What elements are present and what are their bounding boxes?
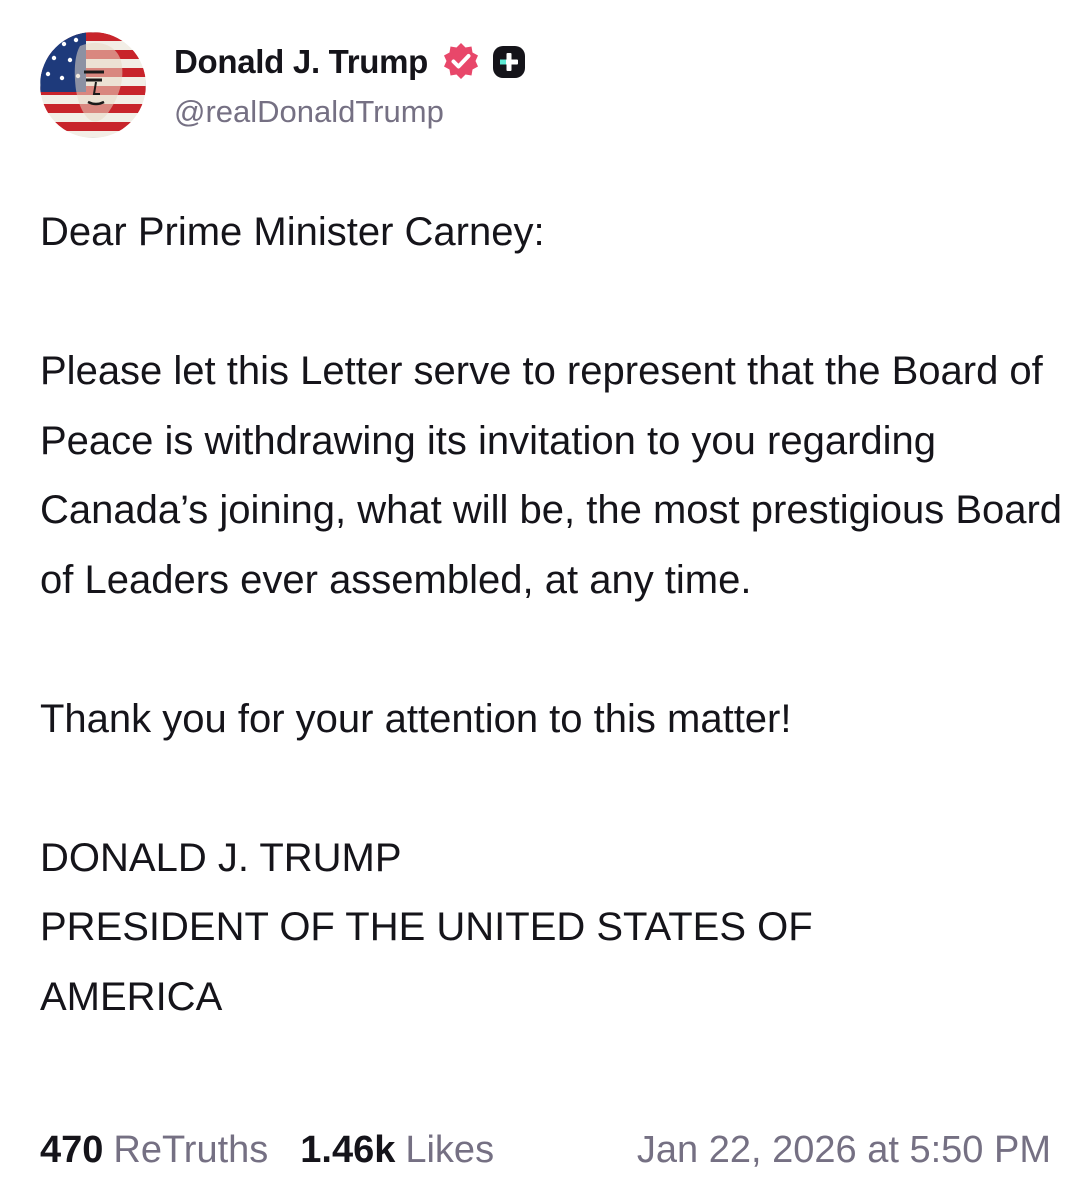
post-timestamp[interactable]: Jan 22, 2026 at 5:50 PM: [637, 1129, 1051, 1172]
post-paragraph-2: Thank you for your attention to this mat…: [40, 696, 792, 741]
author-identity: Donald J. Trump @realDonaldTrump: [174, 40, 526, 130]
retruths-stat[interactable]: 470 ReTruths: [40, 1129, 268, 1172]
verified-badge-icon: [440, 41, 482, 83]
author-display-name[interactable]: Donald J. Trump: [174, 43, 428, 81]
name-row: Donald J. Trump: [174, 40, 526, 84]
post-signature-name: DONALD J. TRUMP: [40, 835, 402, 880]
retruths-count: 470: [40, 1128, 104, 1171]
post-header: Donald J. Trump @realDonaldTrump: [40, 32, 526, 138]
post-body: Dear Prime Minister Carney: Please let t…: [40, 198, 1070, 1032]
likes-label: Likes: [405, 1128, 495, 1171]
post-spacer: [40, 754, 1070, 824]
retruths-label: ReTruths: [113, 1128, 269, 1171]
post-spacer: [40, 615, 1070, 685]
post-signature-title: PRESIDENT OF THE UNITED STATES OF AMERIC…: [40, 905, 813, 1019]
post-salutation: Dear Prime Minister Carney:: [40, 210, 545, 254]
post-spacer: [40, 268, 1070, 338]
likes-count: 1.46k: [300, 1128, 396, 1171]
author-handle[interactable]: @realDonaldTrump: [174, 94, 526, 130]
plus-badge-icon: [492, 45, 526, 79]
post-paragraph-1: Please let this Letter serve to represen…: [40, 349, 1063, 602]
likes-stat[interactable]: 1.46k Likes: [300, 1129, 494, 1172]
post-stats: 470 ReTruths 1.46k Likes Jan 22, 2026 at…: [40, 1122, 1051, 1178]
avatar-image: [40, 32, 146, 138]
avatar[interactable]: [40, 32, 146, 138]
